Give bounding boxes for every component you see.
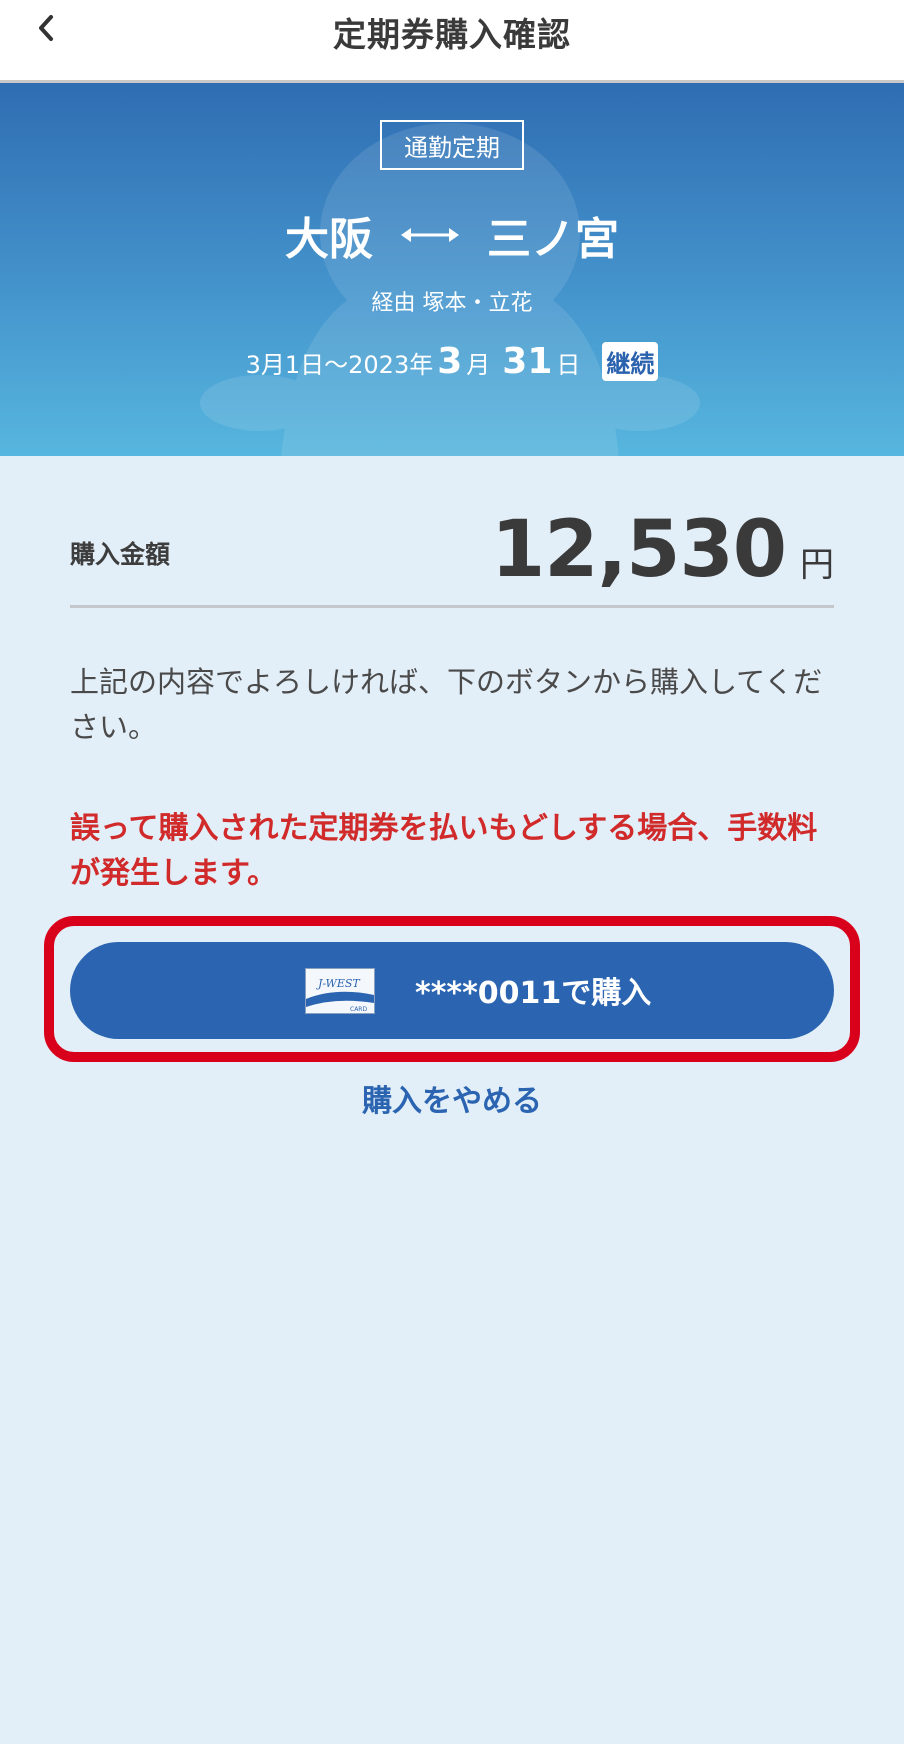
purchase-button-label: ****0011で購入 — [415, 976, 652, 1011]
purchase-amount-row: 購入金額 12,530 円 — [70, 505, 834, 608]
purchase-amount-label: 購入金額 — [70, 540, 171, 569]
period-end-day: 31 — [502, 341, 553, 382]
svg-text:CARD: CARD — [350, 1006, 367, 1013]
period-end-day-unit: 日 — [556, 351, 581, 379]
purchase-button[interactable]: J-WEST CARD ****0011で購入 — [70, 942, 834, 1039]
svg-text:J-WEST: J-WEST — [316, 977, 361, 990]
period-start: 3月1日〜2023年 — [245, 351, 434, 379]
purchase-amount-unit: 円 — [800, 545, 834, 585]
app-header: 定期券購入確認 — [0, 0, 904, 83]
period-end-month: 3 — [437, 341, 463, 382]
period-end-month-unit: 月 — [466, 351, 491, 379]
renewal-badge: 継続 — [602, 342, 659, 381]
pass-type-badge: 通勤定期 — [380, 120, 524, 170]
route: 大阪 三ノ宮 — [0, 203, 904, 267]
via-route: 経由 塚本・立花 — [371, 291, 533, 316]
j-west-card-icon: J-WEST CARD — [305, 968, 375, 1014]
two-way-arrow-icon — [399, 225, 461, 245]
purchase-amount: 12,530 円 — [491, 505, 834, 595]
refund-fee-warning: 誤って購入された定期券を払いもどしする場合、手数料が発生します。 — [70, 811, 818, 891]
destination-station: 三ノ宮 — [487, 214, 619, 265]
purchase-amount-value: 12,530 — [491, 505, 787, 595]
validity-period: 3月1日〜2023年 3 月 31 日 継続 — [0, 341, 904, 382]
origin-station: 大阪 — [285, 214, 373, 265]
cancel-purchase-link[interactable]: 購入をやめる — [0, 1076, 904, 1120]
confirmation-notice: 上記の内容でよろしければ、下のボタンから購入してください。 — [70, 665, 823, 744]
page-title: 定期券購入確認 — [333, 15, 571, 54]
pass-summary-banner: 通勤定期 大阪 三ノ宮 経由 塚本・立花 3月1日〜2023年 3 月 31 日… — [0, 83, 904, 456]
